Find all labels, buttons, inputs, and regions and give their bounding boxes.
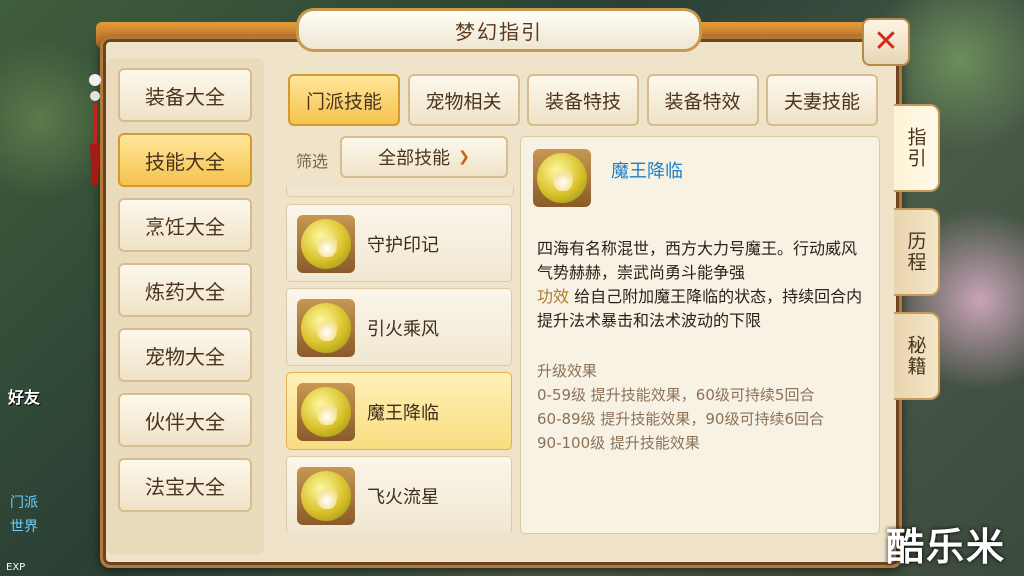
upgrade-line: 0-59级 提升技能效果，60级可持续5回合: [537, 386, 815, 404]
skill-list-item[interactable]: 守护印记: [286, 204, 512, 282]
close-icon: ✕: [873, 24, 899, 59]
skill-icon: [297, 467, 355, 525]
effect-text: 给自己附加魔王降临的状态，持续回合内提升法术暴击和法术波动的下限: [537, 287, 863, 330]
category-button[interactable]: 烹饪大全: [118, 198, 252, 252]
tab-button[interactable]: 宠物相关: [407, 74, 520, 126]
skill-list-item[interactable]: 引火乘风: [286, 288, 512, 366]
skill-icon: [297, 215, 355, 273]
side-tab[interactable]: 历程: [894, 208, 940, 296]
filter-value: 全部技能: [378, 148, 451, 169]
skill-name: 魔王降临: [367, 403, 439, 424]
skill-list-item[interactable]: 飞火流星: [286, 456, 512, 532]
window-title: 梦幻指引: [296, 8, 702, 52]
tab-button[interactable]: 装备特效: [646, 74, 759, 126]
side-tab[interactable]: 秘籍: [894, 312, 940, 400]
upgrade-line: 60-89级 提升技能效果，90级可持续6回合: [537, 410, 824, 428]
friend-label[interactable]: 好友: [8, 384, 40, 408]
tab-button[interactable]: 装备特技: [527, 74, 639, 126]
side-tab[interactable]: 指引: [894, 104, 940, 192]
skill-icon: [297, 299, 355, 357]
chevron-down-icon: ❯: [458, 149, 470, 165]
category-button[interactable]: 宠物大全: [118, 328, 252, 382]
tab-button[interactable]: 夫妻技能: [766, 74, 878, 126]
skill-name: 飞火流星: [367, 487, 439, 508]
skill-icon: [297, 383, 355, 441]
tab-button[interactable]: 门派技能: [288, 74, 400, 126]
category-button[interactable]: 伙伴大全: [118, 393, 252, 447]
tassel-ornament: [89, 74, 101, 185]
exp-label: EXP: [6, 562, 26, 573]
filter-label: 筛选: [296, 152, 329, 171]
category-button[interactable]: 炼药大全: [118, 263, 252, 317]
category-button[interactable]: 技能大全: [118, 133, 252, 187]
skill-list[interactable]: 守护印记引火乘风魔王降临飞火流星: [284, 186, 516, 532]
category-button[interactable]: 法宝大全: [118, 458, 252, 512]
upgrade-title: 升级效果: [537, 362, 598, 380]
skill-name: 守护印记: [367, 235, 439, 256]
chat-channel-sect[interactable]: 门派: [10, 492, 38, 512]
skill-list-item[interactable]: 魔王降临: [286, 372, 512, 450]
category-button[interactable]: 装备大全: [118, 68, 252, 122]
upgrade-effects: 升级效果 0-59级 提升技能效果，60级可持续5回合 60-89级 提升技能效…: [537, 359, 867, 455]
upgrade-line: 90-100级 提升技能效果: [537, 434, 700, 452]
skill-detail-icon: [533, 149, 591, 207]
list-item-partial: [286, 186, 514, 197]
effect-key: 功效: [537, 287, 570, 306]
skill-name: 引火乘风: [367, 319, 439, 340]
watermark-logo: 酷乐米: [886, 525, 1007, 569]
skill-description-text: 四海有名称混世，西方大力号魔王。行动威风气势赫赫，崇武尚勇斗能争强: [537, 239, 858, 282]
chat-channel-world[interactable]: 世界: [10, 516, 38, 536]
close-button[interactable]: ✕: [862, 18, 910, 66]
skill-detail-name: 魔王降临: [611, 161, 683, 182]
skill-filter-dropdown[interactable]: 全部技能 ❯: [340, 136, 508, 178]
skill-description: 四海有名称混世，西方大力号魔王。行动威风气势赫赫，崇武尚勇斗能争强 功效 给自己…: [537, 237, 867, 333]
skill-detail-panel: 魔王降临 四海有名称混世，西方大力号魔王。行动威风气势赫赫，崇武尚勇斗能争强 功…: [520, 136, 880, 534]
